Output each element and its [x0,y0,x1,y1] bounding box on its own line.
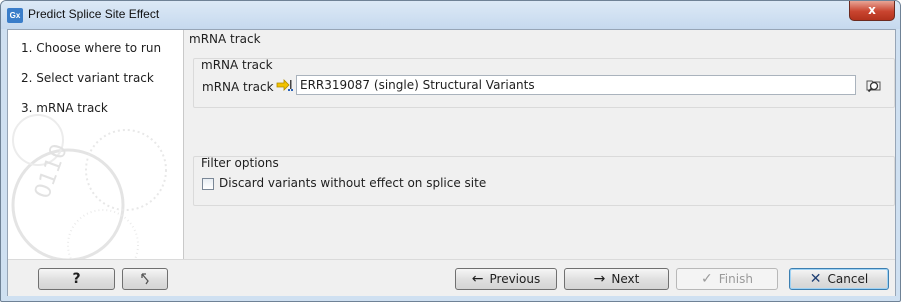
step-label: Choose where to run [36,41,162,55]
browse-folder-icon[interactable] [864,75,884,95]
app-icon: Gx [7,8,23,23]
dialog-window: Gx Predict Splice Site Effect x 1. Choos… [0,0,901,302]
step-label: Select variant track [36,71,154,85]
title-bar[interactable]: Gx Predict Splice Site Effect x [1,1,900,29]
previous-label: Previous [489,272,541,286]
arrow-left-icon: ← [471,271,484,287]
mrna-track-label: mRNA track [202,80,274,94]
section-title: mRNA track [189,32,261,46]
undo-arrow-icon [141,273,149,285]
next-label: Next [611,272,640,286]
help-label: ? [72,271,81,287]
discard-variants-checkbox[interactable] [202,178,214,190]
svg-text:0110: 0110 [30,141,73,202]
cancel-button[interactable]: ✕ Cancel [789,268,889,290]
step-number: 2. [21,71,33,85]
discard-variants-label[interactable]: Discard variants without effect on splic… [219,176,486,190]
main-panel: mRNA track mRNA track mRNA track ERR3190… [184,30,895,259]
decorative-circles-graphic: 0110 [11,114,167,259]
group-title: Filter options [201,156,279,170]
arrow-right-icon: → [593,271,606,287]
help-button[interactable]: ? [38,268,115,290]
previous-button[interactable]: ← Previous [455,268,557,290]
track-icon [276,79,293,91]
step-select-variant-track: 2. Select variant track [21,71,154,85]
step-choose-where-to-run: 1. Choose where to run [21,41,161,55]
window-title: Predict Splice Site Effect [28,7,160,21]
checkmark-icon: ✓ [701,271,713,287]
mrna-track-input[interactable]: ERR319087 (single) Structural Variants [296,75,856,95]
finish-label: Finish [718,272,753,286]
dialog-body: 1. Choose where to run 2. Select variant… [7,29,896,296]
button-bar: ? ← Previous → Next ✓ Finish ✕ Cancel [8,259,895,296]
x-mark-icon: ✕ [809,271,822,287]
reset-button[interactable] [122,268,168,290]
wizard-steps-panel: 1. Choose where to run 2. Select variant… [8,30,184,259]
next-button[interactable]: → Next [564,268,669,290]
step-number: 1. [21,41,33,55]
close-button[interactable]: x [849,1,895,21]
group-title: mRNA track [201,58,273,72]
cancel-label: Cancel [827,272,869,286]
finish-button[interactable]: ✓ Finish [676,268,778,290]
